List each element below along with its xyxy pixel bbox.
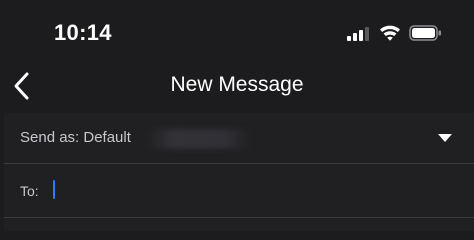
cellular-signal-icon — [347, 27, 369, 41]
send-as-selector[interactable]: Send as: Default — [4, 113, 474, 164]
battery-icon — [409, 25, 441, 41]
wifi-icon — [380, 25, 400, 41]
text-cursor — [53, 180, 55, 199]
redacted-sender-address — [146, 129, 252, 149]
compose-screen: 10:14 New Message Send as: Default To: — [0, 0, 474, 231]
status-bar: 10:14 — [0, 0, 474, 62]
send-as-label: Send as: Default — [20, 129, 131, 146]
to-label: To: — [20, 183, 39, 199]
to-field-row: To: — [4, 164, 474, 218]
navigation-bar: New Message — [0, 62, 474, 112]
next-field-row[interactable] — [4, 218, 474, 231]
status-time: 10:14 — [54, 20, 112, 45]
triangle-down-icon[interactable] — [438, 133, 452, 143]
page-title: New Message — [170, 73, 304, 96]
recipient-input[interactable] — [50, 176, 464, 204]
